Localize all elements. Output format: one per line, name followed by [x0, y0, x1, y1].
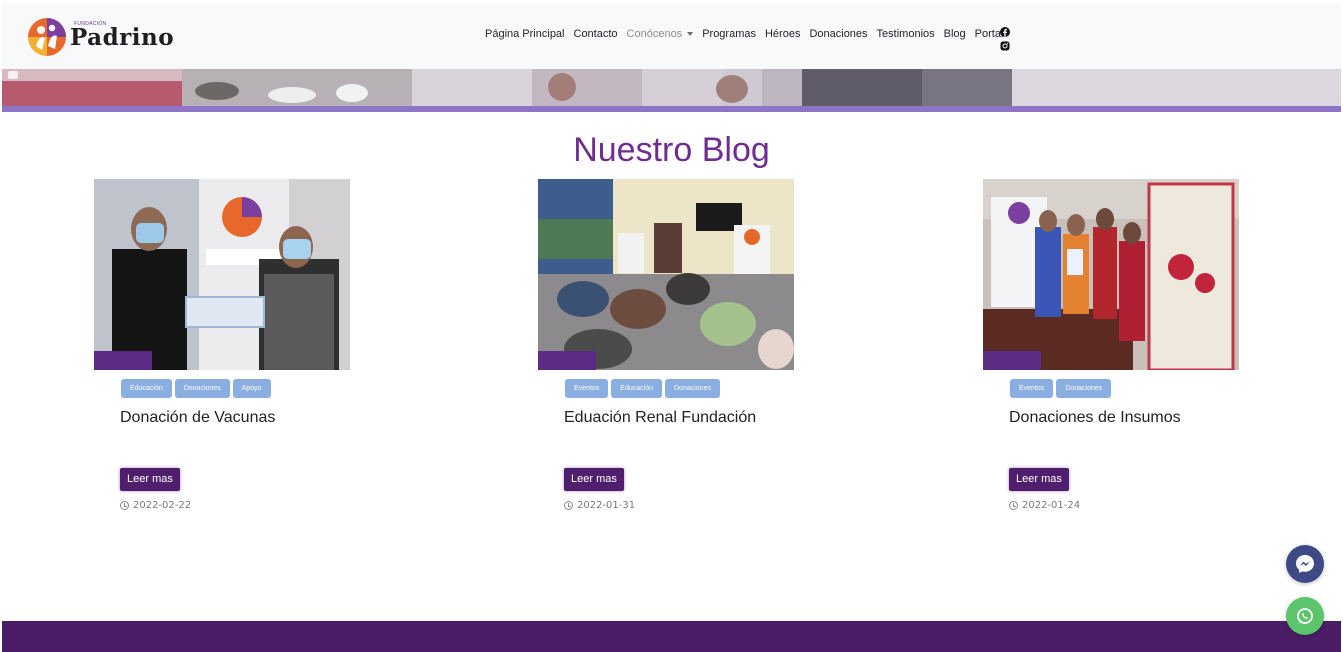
- navbar: FUNDACIÓN Padrino Página Principal Conta…: [2, 3, 1341, 69]
- tag-apoyo[interactable]: Apoyo: [232, 379, 271, 398]
- whatsapp-button[interactable]: [1286, 597, 1324, 635]
- logo-name: Padrino: [70, 24, 175, 51]
- blog-card-title[interactable]: Donación de Vacunas: [120, 409, 275, 427]
- tag-eventos[interactable]: Eventos: [565, 379, 609, 398]
- blog-card-image-accent: [94, 351, 152, 370]
- date-text: 2022-02-22: [133, 500, 192, 511]
- facebook-icon[interactable]: [1000, 24, 1010, 37]
- nav-link-pagina-principal[interactable]: Página Principal: [485, 28, 565, 40]
- blog-card: Eventos Donaciones Donaciones de Insumos…: [983, 179, 1283, 511]
- clock-icon: [564, 501, 573, 510]
- tag-donaciones[interactable]: Donaciones: [174, 379, 230, 398]
- blog-card-image-accent: [538, 351, 596, 370]
- tag-list: Eventos Educación Donaciones: [565, 379, 723, 398]
- blog-card: Educación Donaciones Apoyo Donación de V…: [94, 179, 394, 511]
- blog-card-date: 2022-02-22: [120, 500, 191, 511]
- whatsapp-icon: [1297, 608, 1313, 624]
- date-text: 2022-01-31: [577, 500, 636, 511]
- logo[interactable]: FUNDACIÓN Padrino: [26, 15, 174, 59]
- blog-card-image-accent: [983, 351, 1041, 370]
- nav-link-donaciones[interactable]: Donaciones: [809, 28, 867, 40]
- nav-link-blog[interactable]: Blog: [944, 28, 966, 40]
- blog-card-image[interactable]: [94, 179, 350, 370]
- instagram-icon[interactable]: [1000, 38, 1010, 51]
- messenger-button[interactable]: [1286, 545, 1324, 583]
- hero-banner-image: [2, 69, 1341, 106]
- tag-list: Educación Donaciones Apoyo: [121, 379, 274, 398]
- read-more-button[interactable]: Leer mas: [1009, 468, 1069, 491]
- messenger-icon: [1296, 555, 1314, 573]
- footer: [2, 621, 1341, 652]
- blog-card-date: 2022-01-24: [1009, 500, 1080, 511]
- tag-list: Eventos Donaciones: [1010, 379, 1114, 398]
- nav-link-heroes[interactable]: Héroes: [765, 28, 800, 40]
- blog-card-image[interactable]: [538, 179, 794, 370]
- page: FUNDACIÓN Padrino Página Principal Conta…: [0, 0, 1343, 652]
- tag-educacion[interactable]: Educación: [121, 379, 172, 398]
- tag-eventos[interactable]: Eventos: [1010, 379, 1054, 398]
- date-text: 2022-01-24: [1022, 500, 1081, 511]
- chevron-down-icon[interactable]: [687, 32, 694, 36]
- hero-divider: [2, 106, 1341, 112]
- nav-link-conocenos[interactable]: Conócenos: [627, 28, 683, 40]
- read-more-button[interactable]: Leer mas: [120, 468, 180, 491]
- nav-link-programas[interactable]: Programas: [702, 28, 756, 40]
- clock-icon: [1009, 501, 1018, 510]
- section-title: Nuestro Blog: [573, 131, 770, 169]
- blog-card-image[interactable]: [983, 179, 1239, 370]
- blog-card-title[interactable]: Donaciones de Insumos: [1009, 409, 1181, 427]
- read-more-button[interactable]: Leer mas: [564, 468, 624, 491]
- tag-donaciones[interactable]: Donaciones: [665, 379, 720, 398]
- main-nav: Página Principal Contacto Conócenos Prog…: [485, 28, 1012, 40]
- tag-donaciones[interactable]: Donaciones: [1056, 379, 1112, 398]
- social-links: [1000, 24, 1012, 52]
- blog-card-date: 2022-01-31: [564, 500, 635, 511]
- nav-link-testimonios[interactable]: Testimonios: [877, 28, 935, 40]
- blog-card: Eventos Educación Donaciones Eduación Re…: [538, 179, 838, 511]
- nav-link-contacto[interactable]: Contacto: [574, 28, 618, 40]
- blog-card-title[interactable]: Eduación Renal Fundación: [564, 409, 756, 427]
- logo-mark-icon: [28, 18, 66, 56]
- tag-educacion[interactable]: Educación: [611, 379, 662, 398]
- clock-icon: [120, 501, 129, 510]
